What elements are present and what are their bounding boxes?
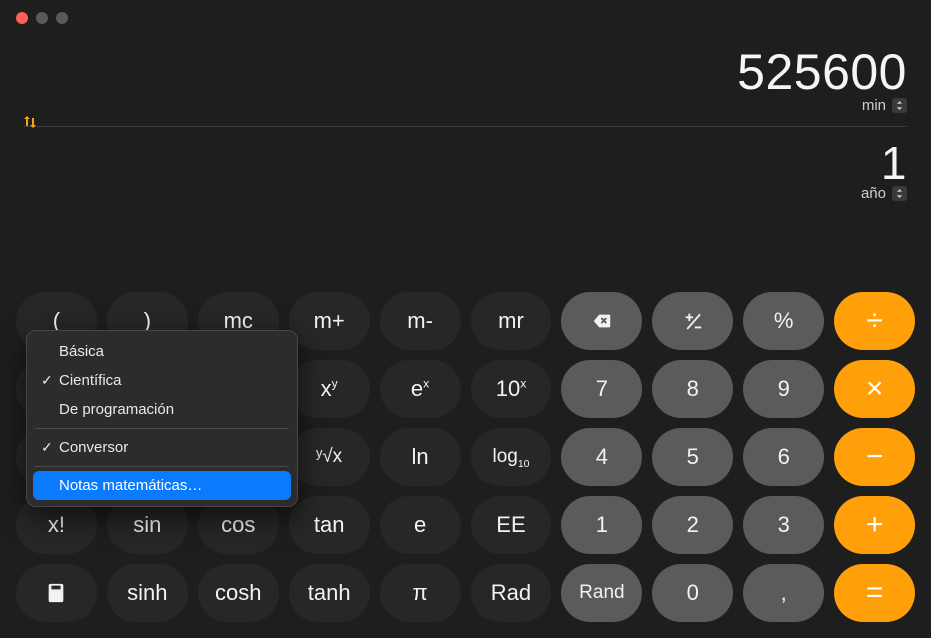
converter-bottom-unit-picker[interactable] <box>892 186 907 201</box>
calculator-icon <box>45 582 67 604</box>
key-cosh[interactable]: cosh <box>198 564 279 622</box>
display-divider <box>24 126 907 127</box>
plus-minus-icon <box>682 310 704 332</box>
window-titlebar <box>0 0 931 36</box>
window-zoom-button[interactable] <box>56 12 68 24</box>
key-7[interactable]: 7 <box>561 360 642 418</box>
key-ln[interactable]: ln <box>380 428 461 486</box>
menu-item-converter[interactable]: Conversor <box>33 433 291 462</box>
key-rand[interactable]: Rand <box>561 564 642 622</box>
key-equals[interactable]: = <box>834 564 915 622</box>
key-6[interactable]: 6 <box>743 428 824 486</box>
key-log10[interactable]: log10 <box>471 428 552 486</box>
chevron-up-down-icon <box>895 101 904 110</box>
menu-item-programmer[interactable]: De programación <box>33 395 291 424</box>
key-4[interactable]: 4 <box>561 428 642 486</box>
converter-top-unit: min <box>862 97 886 114</box>
converter-bottom-value: 1 <box>24 139 907 187</box>
converter-top-value: 525600 <box>24 46 907 99</box>
key-0[interactable]: 0 <box>652 564 733 622</box>
key-multiply[interactable]: × <box>834 360 915 418</box>
key-x-to-y[interactable]: xy <box>289 360 370 418</box>
key-ee[interactable]: EE <box>471 496 552 554</box>
key-decimal[interactable]: , <box>743 564 824 622</box>
menu-separator <box>35 466 289 467</box>
key-8[interactable]: 8 <box>652 360 733 418</box>
window-close-button[interactable] <box>16 12 28 24</box>
converter-bottom-unit: año <box>861 185 886 202</box>
key-3[interactable]: 3 <box>743 496 824 554</box>
swap-icon <box>22 114 38 130</box>
key-5[interactable]: 5 <box>652 428 733 486</box>
key-mr[interactable]: mr <box>471 292 552 350</box>
menu-separator <box>35 428 289 429</box>
key-m-plus[interactable]: m+ <box>289 292 370 350</box>
key-1[interactable]: 1 <box>561 496 642 554</box>
key-tanh[interactable]: tanh <box>289 564 370 622</box>
key-pi[interactable]: π <box>380 564 461 622</box>
key-yth-root[interactable]: ʸ√x <box>289 428 370 486</box>
key-mode-menu[interactable] <box>16 564 97 622</box>
key-plus-minus[interactable] <box>652 292 733 350</box>
swap-units-button[interactable] <box>22 114 38 130</box>
key-sinh[interactable]: sinh <box>107 564 188 622</box>
window-minimize-button[interactable] <box>36 12 48 24</box>
key-2[interactable]: 2 <box>652 496 733 554</box>
key-e[interactable]: e <box>380 496 461 554</box>
chevron-up-down-icon <box>895 189 904 198</box>
menu-item-scientific[interactable]: Científica <box>33 366 291 395</box>
key-e-to-x[interactable]: ex <box>380 360 461 418</box>
key-minus[interactable]: − <box>834 428 915 486</box>
key-divide[interactable]: ÷ <box>834 292 915 350</box>
key-9[interactable]: 9 <box>743 360 824 418</box>
key-rad[interactable]: Rad <box>471 564 552 622</box>
key-percent[interactable]: % <box>743 292 824 350</box>
menu-item-basic[interactable]: Básica <box>33 337 291 366</box>
converter-top-unit-picker[interactable] <box>892 98 907 113</box>
key-ten-to-x[interactable]: 10x <box>471 360 552 418</box>
key-m-minus[interactable]: m- <box>380 292 461 350</box>
menu-item-math-notes[interactable]: Notas matemáticas… <box>33 471 291 500</box>
key-delete[interactable] <box>561 292 642 350</box>
delete-icon <box>591 310 613 332</box>
key-tan[interactable]: tan <box>289 496 370 554</box>
calculator-display: 525600 min 1 año <box>0 36 931 206</box>
mode-menu-popup: Básica Científica De programación Conver… <box>26 330 298 507</box>
key-plus[interactable]: + <box>834 496 915 554</box>
